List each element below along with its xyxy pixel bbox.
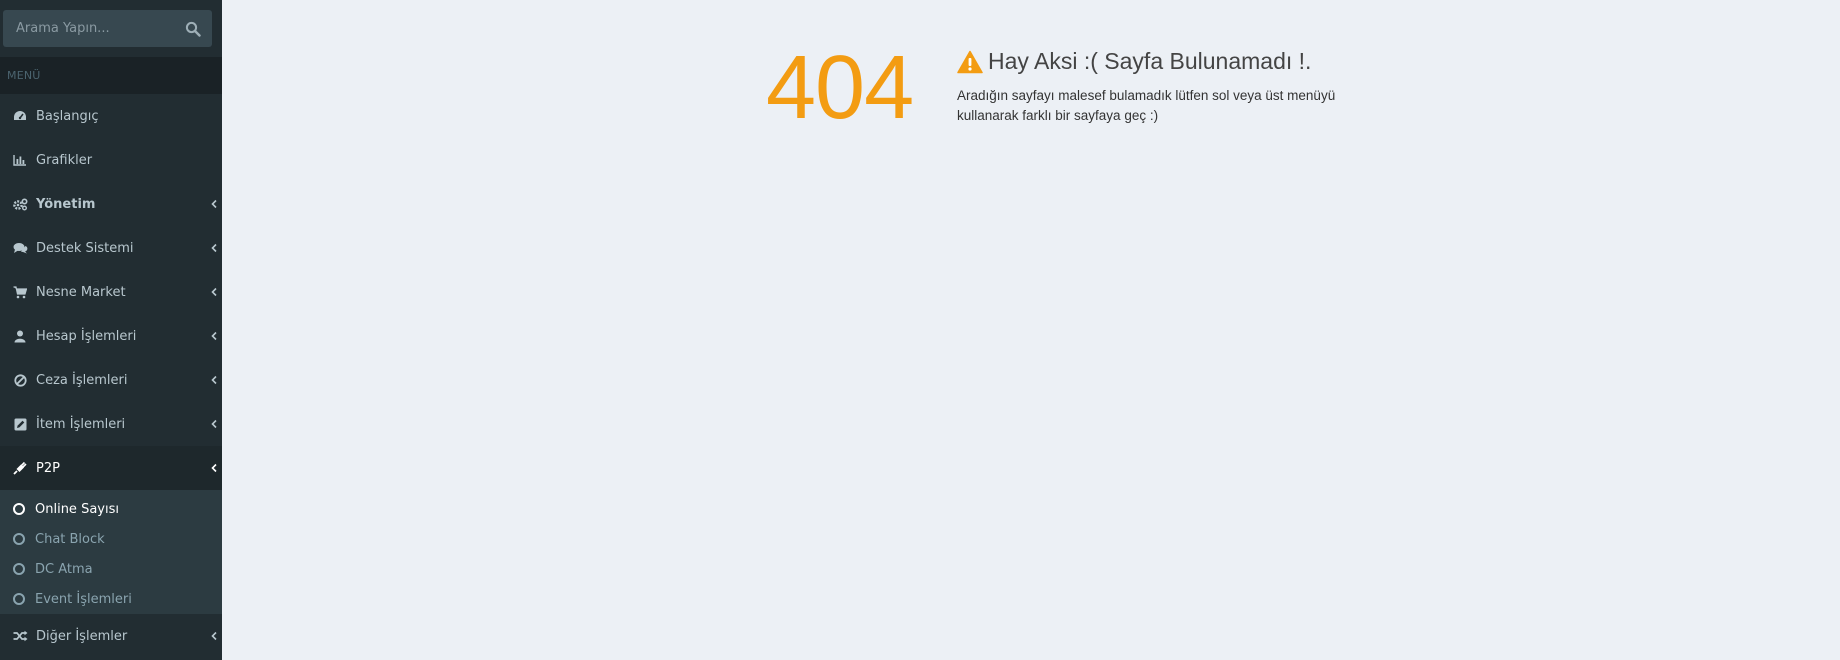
submenu-item-label: Event İşlemleri	[35, 591, 132, 607]
chevron-left-icon	[211, 375, 217, 385]
search-button[interactable]	[185, 21, 201, 37]
sidebar-item-label: Nesne Market	[36, 284, 126, 300]
sidebar-item-p2p[interactable]: P2P	[0, 446, 222, 490]
circle-icon	[13, 593, 25, 605]
gears-icon	[12, 196, 28, 212]
error-title: Hay Aksi :( Sayfa Bulunamadı !.	[957, 48, 1311, 75]
submenu-item-label: Chat Block	[35, 531, 105, 547]
sidebar-item-label: Yönetim	[36, 196, 96, 212]
submenu-item-event-islemleri[interactable]: Event İşlemleri	[0, 584, 222, 614]
sidebar-item-label: Grafikler	[36, 152, 93, 168]
sidebar-item-label: Destek Sistemi	[36, 240, 134, 256]
sidebar-item-diger-islemler[interactable]: Diğer İşlemler	[0, 614, 222, 658]
chevron-left-icon	[211, 287, 217, 297]
sidebar: MENÜ Başlangıç Grafikler Yönetim Destek …	[0, 0, 222, 660]
error-title-text: Hay Aksi :( Sayfa Bulunamadı !.	[988, 48, 1312, 74]
circle-icon	[13, 503, 25, 515]
sidebar-item-hesap-islemleri[interactable]: Hesap İşlemleri	[0, 314, 222, 358]
warning-icon	[957, 50, 983, 73]
user-icon	[12, 328, 28, 344]
sidebar-item-destek-sistemi[interactable]: Destek Sistemi	[0, 226, 222, 270]
error-message: Aradığın sayfayı malesef bulamadık lütfe…	[957, 88, 1336, 123]
circle-icon	[13, 533, 25, 545]
sidebar-item-item-islemleri[interactable]: İtem İşlemleri	[0, 402, 222, 446]
submenu-item-label: Online Sayısı	[35, 501, 119, 517]
shopping-cart-icon	[12, 284, 28, 300]
menu-header: MENÜ	[0, 57, 222, 94]
submenu-item-chat-block[interactable]: Chat Block	[0, 524, 222, 554]
sidebar-item-label: Hesap İşlemleri	[36, 328, 137, 344]
sidebar-search-form	[0, 0, 222, 57]
comments-icon	[12, 240, 28, 256]
p2p-submenu: Online Sayısı Chat Block DC Atma Event İ…	[0, 490, 222, 614]
sidebar-item-label: Ceza İşlemleri	[36, 372, 128, 388]
bar-chart-icon	[12, 152, 28, 168]
sidebar-item-label: Diğer İşlemler	[36, 628, 128, 644]
chevron-left-icon	[211, 419, 217, 429]
submenu-item-label: DC Atma	[35, 561, 93, 577]
submenu-item-dc-atma[interactable]: DC Atma	[0, 554, 222, 584]
plug-icon	[12, 460, 28, 476]
search-box	[3, 10, 212, 47]
sidebar-item-label: Başlangıç	[36, 108, 99, 124]
sidebar-item-nesne-market[interactable]: Nesne Market	[0, 270, 222, 314]
sidebar-item-label: P2P	[36, 460, 60, 476]
random-icon	[12, 628, 28, 644]
search-input[interactable]	[3, 10, 178, 47]
sidebar-item-baslangic[interactable]: Başlangıç	[0, 94, 222, 138]
ban-icon	[12, 372, 28, 388]
sidebar-item-ceza-islemleri[interactable]: Ceza İşlemleri	[0, 358, 222, 402]
circle-icon	[13, 563, 25, 575]
search-icon	[185, 21, 201, 37]
submenu-item-online-sayisi[interactable]: Online Sayısı	[0, 494, 222, 524]
main-content: 404 Hay Aksi :( Sayfa Bulunamadı !. Arad…	[222, 0, 1840, 660]
sidebar-item-label: İtem İşlemleri	[36, 416, 126, 432]
chevron-left-icon	[211, 331, 217, 341]
chevron-left-icon	[211, 243, 217, 253]
error-code: 404	[766, 38, 914, 138]
chevron-down-icon	[211, 463, 217, 473]
chevron-left-icon	[211, 631, 217, 641]
sidebar-item-grafikler[interactable]: Grafikler	[0, 138, 222, 182]
edit-icon	[12, 416, 28, 432]
chevron-left-icon	[211, 199, 217, 209]
dashboard-icon	[12, 108, 28, 124]
sidebar-item-yonetim[interactable]: Yönetim	[0, 182, 222, 226]
